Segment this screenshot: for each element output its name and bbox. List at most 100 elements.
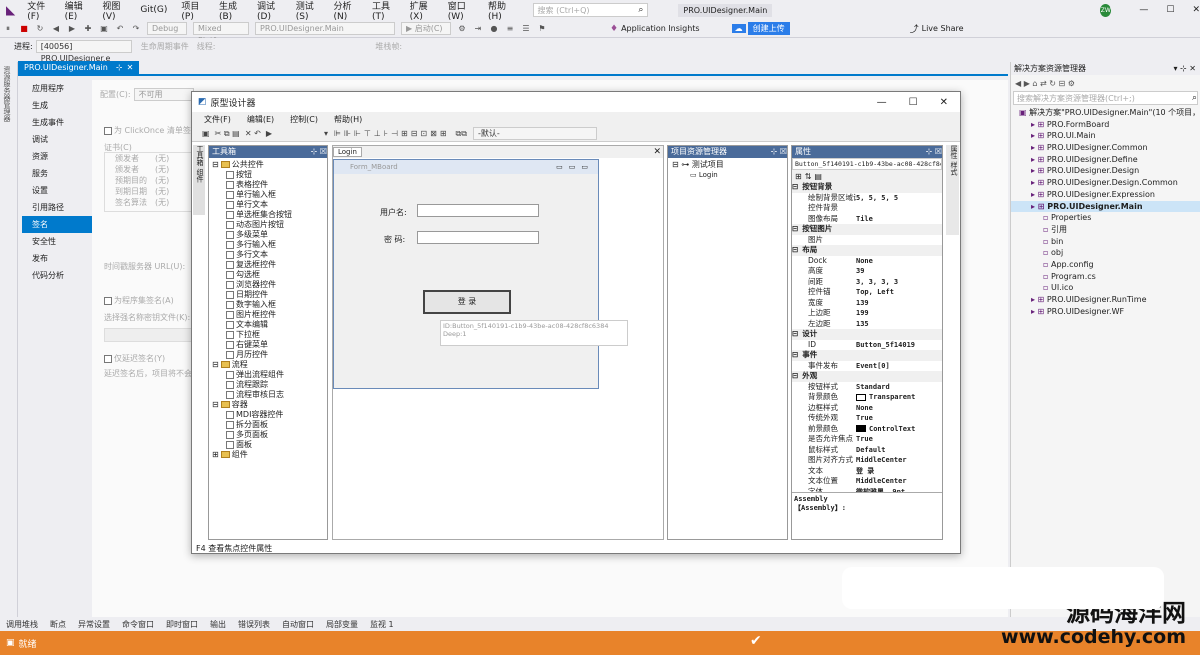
property-value[interactable]: 登 录: [856, 466, 942, 477]
property-category[interactable]: ⊟ 布局: [792, 245, 942, 256]
property-value[interactable]: 199: [856, 308, 942, 319]
right-vertical-tabs[interactable]: 属性 样式: [946, 145, 959, 235]
avatar[interactable]: ZW: [1100, 3, 1112, 17]
undo-icon[interactable]: ↶: [254, 129, 261, 138]
projnav-item[interactable]: 资源: [22, 148, 92, 165]
property-row[interactable]: 文本 登 录: [792, 466, 942, 477]
restart-icon[interactable]: ↻: [35, 24, 45, 34]
minimize-icon[interactable]: —: [1139, 5, 1148, 15]
paste-icon[interactable]: ▤: [232, 129, 240, 138]
property-value[interactable]: ControlText: [856, 424, 942, 435]
property-row[interactable]: 左边距 135: [792, 319, 942, 330]
liveshare-button[interactable]: Live Share: [922, 24, 964, 33]
props-object-select[interactable]: Button_5f140191-c1b9-43be-ac08-428cf8c63…: [792, 158, 942, 170]
tool-tab[interactable]: 局部变量: [326, 619, 358, 630]
tool-tab[interactable]: 即时窗口: [166, 619, 198, 630]
toolbox-item[interactable]: 右键菜单: [212, 340, 327, 350]
projnav-item[interactable]: 签名: [22, 216, 92, 233]
property-value[interactable]: 3, 3, 3, 3: [856, 277, 942, 288]
solution-item[interactable]: ▸ ⊞ PRO.UIDesigner.WF: [1011, 306, 1200, 318]
toolbox-item[interactable]: 拆分面板: [212, 420, 327, 430]
tool-tab[interactable]: 错误列表: [238, 619, 270, 630]
solution-item[interactable]: ▸ ⊞ PRO.UIDesigner.Design.Common: [1011, 177, 1200, 189]
solution-item[interactable]: ▸ ⊞ PRO.UI.Main: [1011, 130, 1200, 142]
sign-assembly-checkbox[interactable]: [104, 296, 112, 305]
toolbox-item[interactable]: 勾选框: [212, 270, 327, 280]
tab-login[interactable]: Login: [333, 147, 362, 157]
wrench-icon[interactable]: ⚙: [1068, 79, 1075, 88]
undo-icon[interactable]: ↶: [115, 24, 125, 34]
props-close-icon[interactable]: ⊹ ☒: [926, 146, 942, 158]
toolbox-category[interactable]: ⊟ 公共控件: [212, 160, 327, 170]
solution-item[interactable]: ▸ ⊞ PRO.UIDesigner.Define: [1011, 154, 1200, 166]
property-row[interactable]: 传统外观 True: [792, 413, 942, 424]
property-row[interactable]: 是否允许焦点 True: [792, 434, 942, 445]
vs-logo-icon[interactable]: ◣: [6, 3, 15, 17]
solution-search-input[interactable]: 搜索解决方案资源管理器(Ctrl+;): [1017, 93, 1135, 104]
property-value[interactable]: Transparent: [856, 392, 942, 403]
pause-icon[interactable]: ⏸: [3, 24, 13, 34]
property-row[interactable]: 宽度 139: [792, 298, 942, 309]
dialog-menu-item[interactable]: 编辑(E): [247, 114, 274, 125]
property-row[interactable]: 背景颜色 Transparent: [792, 392, 942, 403]
projnav-item[interactable]: 安全性: [22, 233, 92, 250]
toolbox-item[interactable]: 数字输入框: [212, 300, 327, 310]
platform-select[interactable]: Mixed Platform: [193, 22, 249, 45]
property-value[interactable]: MiddleCenter: [856, 455, 942, 466]
delete-icon[interactable]: ✕: [245, 129, 252, 138]
comment-icon[interactable]: ☰: [521, 24, 531, 34]
solution-item[interactable]: ▫ obj: [1011, 247, 1200, 259]
close-icon[interactable]: ✕: [1192, 5, 1200, 15]
property-row[interactable]: 按钮样式 Standard: [792, 382, 942, 393]
design-close-icon[interactable]: ✕: [653, 147, 661, 157]
menu-item[interactable]: 文件(F): [27, 0, 50, 22]
menu-item[interactable]: 工具(T): [372, 0, 396, 22]
password-input[interactable]: [417, 231, 539, 244]
collapse-icon[interactable]: ⊟: [1059, 79, 1066, 88]
menu-item[interactable]: 视图(V): [102, 0, 126, 22]
property-value[interactable]: 139: [856, 298, 942, 309]
tool-tab[interactable]: 监视 1: [370, 619, 394, 630]
delay-checkbox[interactable]: [104, 354, 112, 363]
dlg-close-icon[interactable]: ✕: [940, 97, 948, 108]
solution-item[interactable]: ▣ 解决方案"PRO.UIDesigner.Main"(10 个项目，共: [1011, 107, 1200, 119]
menu-item[interactable]: 窗口(W): [448, 0, 474, 22]
config-select[interactable]: Debug: [147, 22, 187, 35]
property-pages-icon[interactable]: ▤: [814, 172, 822, 181]
projnav-item[interactable]: 服务: [22, 165, 92, 182]
toolbox-category[interactable]: ⊟ 容器: [212, 400, 327, 410]
resource-close-icon[interactable]: ⊹ ☒: [771, 146, 787, 158]
property-row[interactable]: 边框样式 None: [792, 403, 942, 414]
property-category[interactable]: ⊟ 设计: [792, 329, 942, 340]
theme-select[interactable]: -默认-: [472, 127, 597, 140]
search-input[interactable]: 搜索 (Ctrl+Q): [538, 5, 590, 16]
tool-tab[interactable]: 异常设置: [78, 619, 110, 630]
maximize-icon[interactable]: ☐: [1166, 5, 1174, 15]
toolbox-item[interactable]: 图片框控件: [212, 310, 327, 320]
run-icon[interactable]: ▶: [266, 129, 272, 138]
property-row[interactable]: Dock None: [792, 256, 942, 267]
toolbox-item[interactable]: 日期控件: [212, 290, 327, 300]
projnav-item[interactable]: 应用程序: [22, 80, 92, 97]
nav-forward-icon[interactable]: ▶: [1024, 79, 1030, 88]
toolbox-item[interactable]: 单选框集合按钮: [212, 210, 327, 220]
property-category[interactable]: ⊟ 外观: [792, 371, 942, 382]
stop-icon[interactable]: ■: [19, 24, 29, 34]
menu-item[interactable]: 扩展(X): [410, 0, 434, 22]
toolbox-item[interactable]: 多级菜单: [212, 230, 327, 240]
toolbox-item[interactable]: 复选框控件: [212, 260, 327, 270]
tab-main[interactable]: PRO.UIDesigner.Main ⊹ ✕: [18, 61, 140, 75]
property-row[interactable]: 事件发布 Event[0]: [792, 361, 942, 372]
solution-item[interactable]: ▫ Properties: [1011, 212, 1200, 224]
solution-item[interactable]: ▸ ⊞ PRO.UIDesigner.Design: [1011, 165, 1200, 177]
cut-icon[interactable]: ✂: [215, 129, 222, 138]
property-category[interactable]: ⊟ 事件: [792, 350, 942, 361]
save-icon[interactable]: ▣: [99, 24, 109, 34]
menu-item[interactable]: Git(G): [140, 5, 167, 15]
dlg-maximize-icon[interactable]: ☐: [909, 97, 918, 108]
property-category[interactable]: ⊟ 按钮图片: [792, 224, 942, 235]
dropdown-icon[interactable]: ▾: [324, 129, 328, 138]
toolbox-item[interactable]: 多行输入框: [212, 240, 327, 250]
refresh-icon[interactable]: ↻: [1049, 79, 1056, 88]
property-value[interactable]: [856, 235, 942, 246]
